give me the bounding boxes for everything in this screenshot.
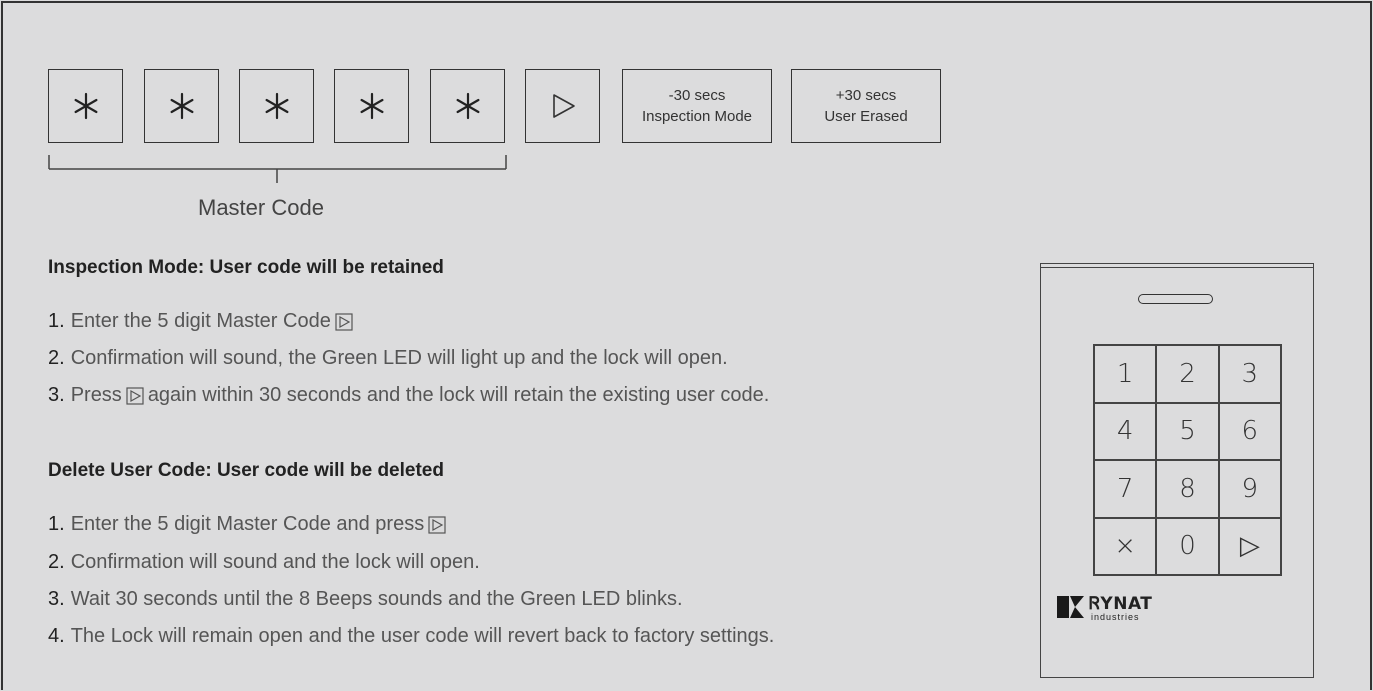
keypad-key: 9 (1218, 460, 1281, 518)
erase-key-time: +30 secs (835, 87, 897, 104)
brand-logo: ᏒYNAT industries (1057, 596, 1152, 622)
step-number: 4. (48, 625, 65, 647)
step-text: Wait 30 seconds until the 8 Beeps sounds… (70, 588, 683, 610)
master-code-key-3 (239, 69, 314, 143)
asterisk-icon (359, 92, 383, 120)
step-text: Confirmation will sound, the Green LED w… (70, 347, 728, 369)
keypad-key: 3 (1218, 345, 1281, 403)
master-code-key-5 (430, 69, 505, 143)
delete-step-3: 3. Wait 30 seconds until the 8 Beeps sou… (48, 588, 683, 611)
play-triangle-icon (126, 386, 144, 405)
asterisk-icon (264, 92, 288, 120)
rynat-logo-icon (1057, 596, 1084, 618)
step-number: 2. (48, 347, 65, 369)
step-text: Enter the 5 digit Master Code (70, 310, 331, 332)
step-text: Confirmation will sound and the lock wil… (70, 551, 480, 573)
inspection-step-1: 1. Enter the 5 digit Master Code (48, 310, 357, 333)
inspection-step-2: 2. Confirmation will sound, the Green LE… (48, 347, 728, 370)
step-text: Enter the 5 digit Master Code and press (70, 513, 425, 535)
keypad-key: 5 (1156, 402, 1219, 460)
keypad-key: 0 (1156, 517, 1219, 575)
play-triangle-icon (552, 94, 575, 118)
step-number: 3. (48, 588, 65, 610)
keypad-key: 4 (1094, 402, 1157, 460)
erase-key-label: User Erased (824, 108, 908, 125)
brand-name: ᏒYNAT (1089, 594, 1153, 614)
master-code-key-4 (334, 69, 409, 143)
keypad-key: 6 (1218, 402, 1281, 460)
step-text: Press (70, 384, 122, 406)
master-code-key-1 (48, 69, 123, 143)
user-erased-key: +30 secs User Erased (791, 69, 941, 143)
led-slot (1138, 294, 1213, 304)
step-text: The Lock will remain open and the user c… (70, 625, 775, 647)
inspection-mode-key: -30 secs Inspection Mode (622, 69, 772, 143)
keypad-key-enter: ▷ (1218, 517, 1281, 575)
step-number: 3. (48, 384, 65, 406)
step-number: 1. (48, 513, 65, 535)
play-triangle-icon (428, 515, 446, 534)
asterisk-icon (169, 92, 193, 120)
inspection-heading: Inspection Mode: User code will be retai… (48, 257, 444, 278)
keypad-key: 2 (1156, 345, 1219, 403)
keypad-lock-illustration: 1 2 3 4 5 6 7 8 9 × 0 ▷ ᏒYNAT industries (1040, 263, 1314, 678)
keypad-key: 1 (1094, 345, 1157, 403)
keypad-key-cancel: × (1094, 517, 1157, 575)
inspection-key-time: -30 secs (668, 87, 726, 104)
enter-key (525, 69, 600, 143)
master-code-bracket (48, 155, 507, 183)
device-top-edge (1041, 264, 1313, 268)
delete-step-1: 1. Enter the 5 digit Master Code and pre… (48, 513, 450, 536)
delete-heading: Delete User Code: User code will be dele… (48, 460, 444, 481)
keypad-key: 7 (1094, 460, 1157, 518)
keypad-grid: 1 2 3 4 5 6 7 8 9 × 0 ▷ (1093, 344, 1282, 576)
keypad-key: 8 (1156, 460, 1219, 518)
asterisk-icon (73, 92, 97, 120)
inspection-step-3: 3. Press again within 30 seconds and the… (48, 384, 769, 407)
delete-step-2: 2. Confirmation will sound and the lock … (48, 551, 480, 574)
delete-step-4: 4. The Lock will remain open and the use… (48, 625, 774, 648)
master-code-key-2 (144, 69, 219, 143)
play-triangle-icon (335, 312, 353, 331)
asterisk-icon (455, 92, 479, 120)
master-code-label: Master Code (198, 195, 324, 220)
step-number: 2. (48, 551, 65, 573)
step-number: 1. (48, 310, 65, 332)
inspection-key-label: Inspection Mode (641, 108, 753, 125)
step-text-cont: again within 30 seconds and the lock wil… (147, 384, 770, 406)
